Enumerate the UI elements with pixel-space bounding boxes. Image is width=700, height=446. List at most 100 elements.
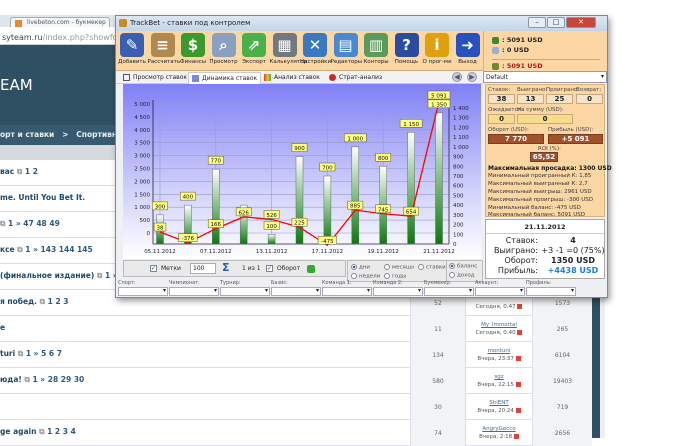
filter-select[interactable] bbox=[526, 287, 576, 296]
filter-label: Команда 1: bbox=[322, 280, 352, 286]
goto-post-icon[interactable] bbox=[517, 304, 523, 309]
topic-title[interactable]: я побед. ⧉ 1 2 3 bbox=[0, 297, 69, 307]
minimize-button[interactable]: – bbox=[528, 17, 546, 28]
period-weeks[interactable]: недели bbox=[351, 273, 380, 280]
turnover-bar bbox=[351, 146, 360, 245]
filter-label: Чемпионат: bbox=[169, 280, 200, 286]
mode-balance[interactable]: баланс bbox=[449, 263, 477, 270]
topic-title[interactable]: e bbox=[0, 323, 5, 332]
tab-view-bets[interactable]: Просмотр ставок bbox=[120, 72, 190, 84]
goto-post-icon[interactable] bbox=[513, 434, 519, 439]
refresh-icon[interactable] bbox=[307, 265, 315, 273]
pages-icon: ⧉ bbox=[17, 245, 23, 254]
line-label: 626 bbox=[238, 210, 249, 216]
filter-select[interactable] bbox=[220, 287, 270, 296]
toolbar-settings-button[interactable]: ✕ Настройки bbox=[300, 33, 331, 71]
toolbar-calculator-button[interactable]: ▦ Калькулятор bbox=[270, 33, 307, 71]
label-count-input[interactable]: 100 bbox=[190, 263, 216, 274]
last-post-user[interactable]: AngryGecco bbox=[482, 426, 515, 432]
toolbar-view-button[interactable]: ⌕ Просмотр bbox=[209, 33, 239, 71]
toolbar-add-bet-button[interactable]: ✎ Добавить bbox=[117, 33, 147, 71]
goto-post-icon[interactable] bbox=[515, 382, 521, 387]
turnover-checkbox[interactable]: ✓ bbox=[266, 265, 273, 272]
last-post-user[interactable]: My_Immortal bbox=[481, 322, 517, 328]
profile-select[interactable]: Default bbox=[483, 71, 607, 83]
filter-select[interactable] bbox=[322, 287, 372, 296]
turnover-bar bbox=[267, 234, 276, 245]
period-months[interactable]: месяцы bbox=[384, 264, 414, 271]
filter-select[interactable] bbox=[475, 287, 525, 296]
returned-value: 0 bbox=[576, 94, 603, 104]
topic-pages[interactable]: 1 » 28 29 30 bbox=[32, 375, 84, 384]
mode-income[interactable]: доход bbox=[449, 272, 475, 279]
period-bets[interactable]: ставки bbox=[418, 264, 446, 271]
toolbar-exit-button[interactable]: ➜ Выход bbox=[453, 33, 483, 71]
strategy-icon bbox=[329, 74, 336, 81]
filter: Аккаунт: bbox=[475, 280, 525, 296]
close-button[interactable]: ✕ bbox=[566, 17, 596, 28]
period-days[interactable]: дни bbox=[351, 264, 370, 271]
last-post-user[interactable]: montuni bbox=[488, 348, 511, 354]
x-tick-label: 19.11.2012 bbox=[367, 249, 399, 255]
left-tick-label: 2 500 bbox=[134, 167, 150, 173]
labels-checkbox[interactable]: ✓ bbox=[150, 265, 157, 272]
tab-bet-analysis[interactable]: Анализ ставок bbox=[261, 72, 323, 84]
toolbar-help-button[interactable]: ? Помощь bbox=[392, 33, 422, 71]
goto-post-icon[interactable] bbox=[515, 408, 521, 413]
stat-line: Максимальный проигрыш: -300 USD bbox=[488, 197, 593, 203]
mode-radio-group: баланс доход bbox=[446, 260, 483, 282]
filter-select[interactable] bbox=[271, 287, 321, 296]
tab-strategy-analysis[interactable]: Страт-анализ bbox=[326, 72, 385, 84]
filter: Спорт: bbox=[118, 280, 168, 296]
tab-bet-dynamics[interactable]: Динамика ставок bbox=[188, 72, 262, 84]
topic-title[interactable]: (финальное издание) ⧉ 1 » 5 bbox=[0, 271, 125, 281]
last-post-user[interactable]: ShiENT bbox=[489, 400, 508, 406]
period-years[interactable]: годы bbox=[384, 273, 406, 280]
toolbar-label: Финансы bbox=[179, 59, 207, 65]
topic-title[interactable]: turi ⧉ 1 » 5 6 7 bbox=[0, 349, 62, 359]
goto-post-icon[interactable] bbox=[517, 330, 523, 335]
turnover-label: Оборот (USD): bbox=[488, 127, 529, 133]
x-tick-label: 13.11.2012 bbox=[256, 249, 288, 255]
filter-label: Спорт: bbox=[118, 280, 136, 286]
topic-title[interactable]: юда! ⧉ 1 » 28 29 30 bbox=[0, 375, 84, 385]
goto-post-icon[interactable] bbox=[515, 356, 521, 361]
topic-pages[interactable]: 1 » 47 48 49 bbox=[8, 219, 60, 228]
toolbar-export-button[interactable]: ⇗ Экспорт bbox=[239, 33, 269, 71]
sum-value: 0 bbox=[517, 114, 573, 124]
profit-label: Прибыль (USD): bbox=[548, 127, 594, 133]
topic-title[interactable]: ge again ⧉ 1 2 3 4 bbox=[0, 427, 76, 437]
toolbar-finance-button[interactable]: $ Финансы bbox=[178, 33, 208, 71]
sum-icon[interactable]: Σ bbox=[222, 261, 230, 274]
topic-pages[interactable]: 1 2 bbox=[25, 167, 38, 176]
toolbar-editors-button[interactable]: ▤ Редакторы bbox=[331, 33, 362, 71]
settings-icon: ✕ bbox=[303, 33, 327, 57]
toolbar-about-button[interactable]: i О прог-ме bbox=[422, 33, 452, 71]
forward-icon[interactable]: ▶ bbox=[467, 72, 477, 82]
back-icon[interactable]: ◀ bbox=[452, 72, 462, 82]
replies-count: 30 bbox=[410, 394, 465, 420]
left-tick-label: 0 bbox=[147, 231, 151, 237]
toolbar-bookmakers-button[interactable]: ▥ Конторы bbox=[361, 33, 391, 71]
filter-select[interactable] bbox=[118, 287, 168, 296]
right-tick-label: 1 000 bbox=[453, 145, 469, 151]
filter-select[interactable] bbox=[424, 287, 474, 296]
topic-title[interactable]: me. Until You Bet It. bbox=[0, 193, 85, 202]
breadcrumb-item[interactable]: орт и ставки bbox=[0, 130, 54, 139]
filter-select[interactable] bbox=[373, 287, 423, 296]
topic-pages[interactable]: 1 » 5 6 7 bbox=[26, 349, 62, 358]
topic-pages[interactable]: 1 2 3 bbox=[48, 297, 69, 306]
topic-pages[interactable]: 1 » 143 144 145 bbox=[25, 245, 92, 254]
maximize-button[interactable]: □ bbox=[547, 17, 565, 28]
topic-title[interactable]: ксе ⧉ 1 » 143 144 145 bbox=[0, 245, 93, 255]
last-post-user[interactable]: sgz bbox=[494, 374, 503, 380]
finance-icon: $ bbox=[181, 33, 205, 57]
topic-title[interactable]: ⧉ 1 » 47 48 49 bbox=[0, 219, 60, 229]
topic-title[interactable]: вас ⧉ 1 2 bbox=[0, 167, 38, 177]
replies-count: 134 bbox=[410, 342, 465, 368]
bar-label: 400 bbox=[183, 195, 194, 201]
toolbar-calculate-button[interactable]: ≡ Рассчитать bbox=[148, 33, 180, 71]
right-tick-label: 700 bbox=[453, 174, 464, 180]
filter-select[interactable] bbox=[169, 287, 219, 296]
topic-pages[interactable]: 1 2 3 4 bbox=[47, 427, 76, 436]
